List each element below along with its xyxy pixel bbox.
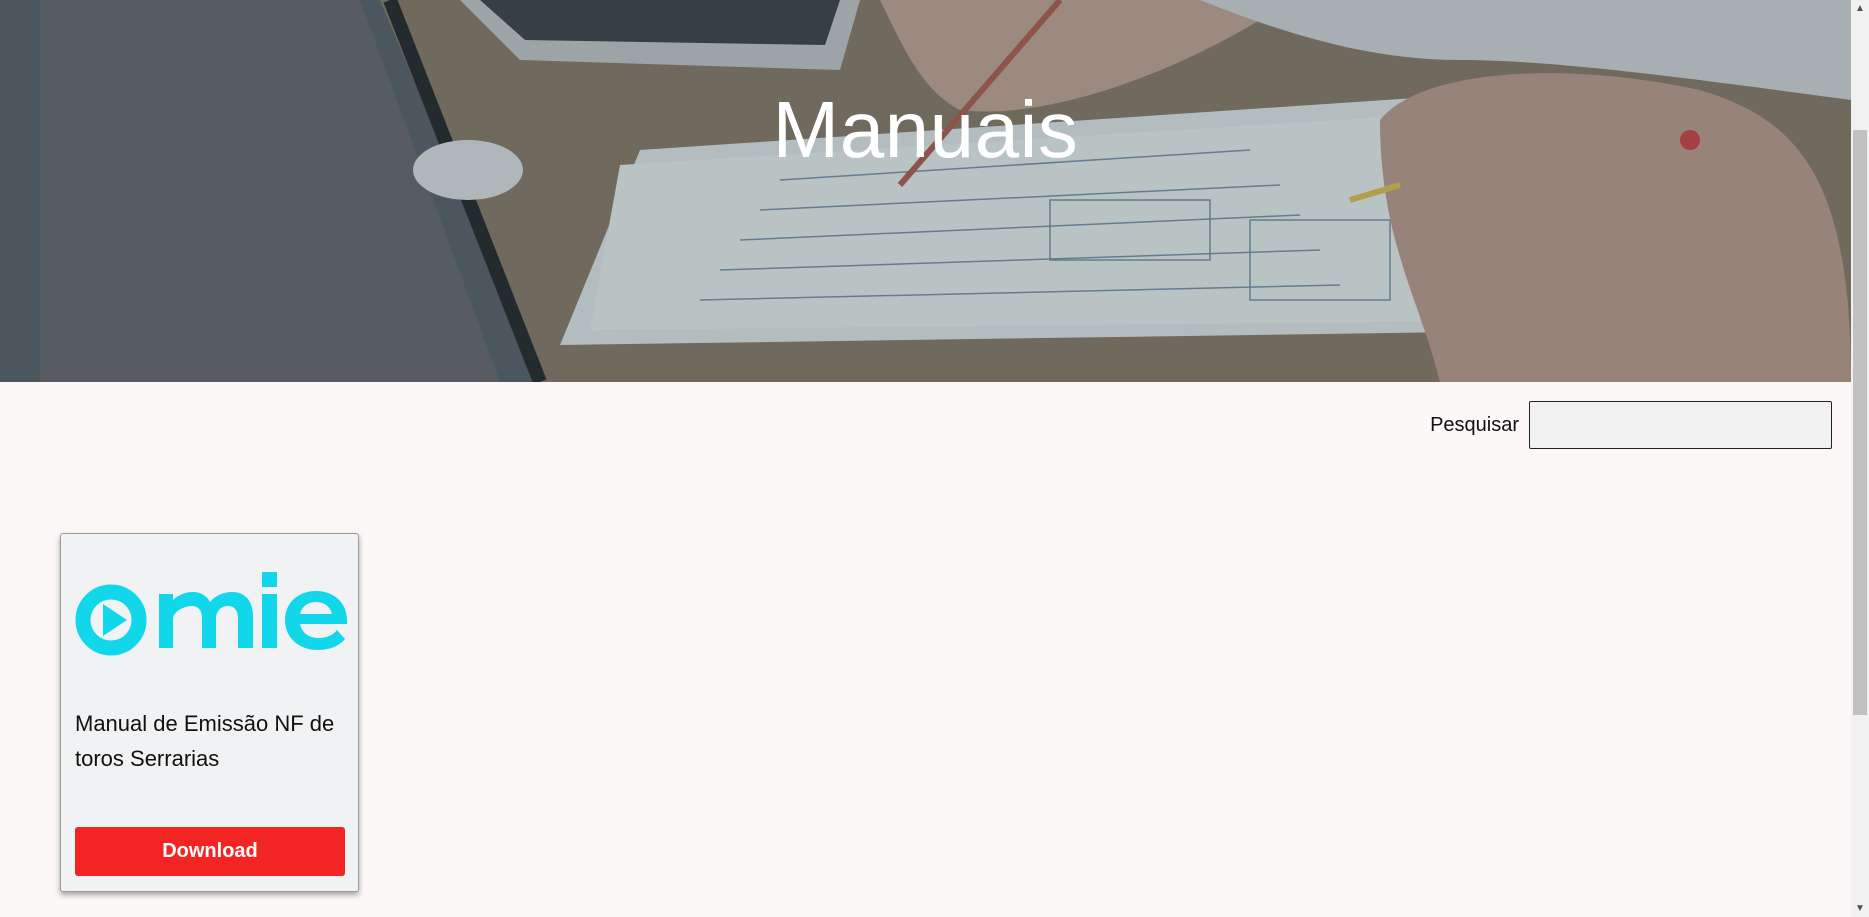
search-input[interactable]: [1529, 401, 1832, 449]
download-button[interactable]: Download: [75, 827, 345, 876]
page: Manuais Pesquisar Manual de Emissão NF d…: [0, 0, 1869, 917]
hero-overlay: [0, 0, 1851, 382]
page-title: Manuais: [772, 85, 1079, 174]
manual-card: Manual de Emissão NF de toros Serrarias …: [60, 533, 359, 892]
search-bar: Pesquisar: [1430, 401, 1832, 449]
chevron-up-icon[interactable]: ▲: [1851, 0, 1869, 17]
scrollbar-thumb[interactable]: [1853, 130, 1867, 715]
manual-title: Manual de Emissão NF de toros Serrarias: [75, 711, 335, 771]
hero-banner: Manuais: [0, 0, 1851, 382]
omie-logo: [75, 572, 347, 656]
scrollbar[interactable]: ▲ ▼: [1851, 0, 1869, 917]
chevron-down-icon[interactable]: ▼: [1851, 900, 1869, 917]
search-label: Pesquisar: [1430, 413, 1519, 436]
